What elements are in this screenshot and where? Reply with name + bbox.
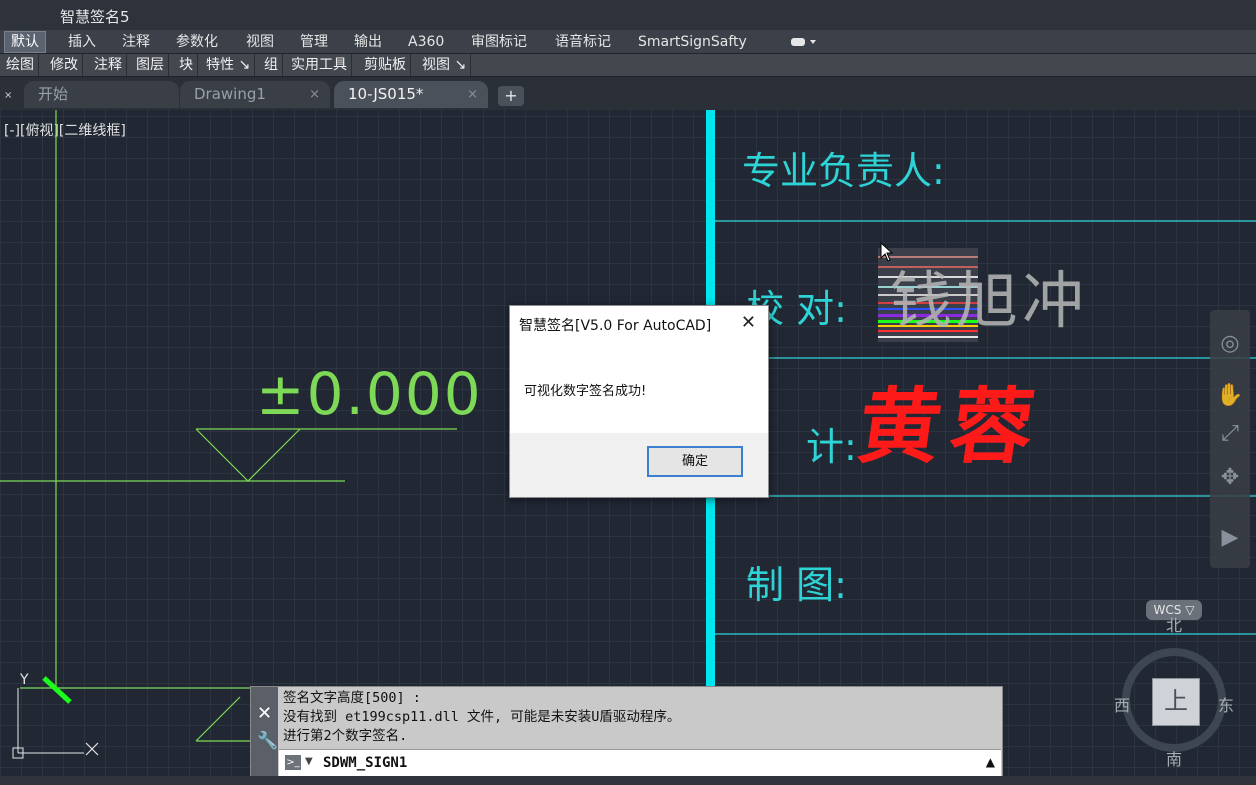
panel-utilities[interactable]: 实用工具 [287,54,352,76]
dialog-message: 可视化数字签名成功! [524,384,647,399]
panel-groups[interactable]: 组 [260,54,283,76]
ok-button[interactable]: 确定 [647,446,743,477]
dialog-title: 智慧签名[V5.0 For AutoCAD] [519,318,712,334]
elevation-label: ±0.000 [256,360,483,428]
success-dialog: 智慧签名[V5.0 For AutoCAD] ✕ 可视化数字签名成功! 确定 [509,305,769,498]
doc-tab-label: 10-JS015* [348,85,424,103]
wrench-icon[interactable]: 🔧 [257,731,278,751]
tab-menu-icon[interactable]: × [4,90,12,101]
steering-wheel-icon[interactable]: ◎ [1214,328,1246,360]
command-input[interactable]: >_ ▼ SDWM_SIGN1 ▲ [279,749,1001,777]
ribbon-tab-voice[interactable]: 语音标记 [549,32,617,52]
ribbon-tab-bar: 默认 插入 注释 参数化 视图 管理 输出 A360 审图标记 语音标记 Sma… [0,30,1256,54]
title-bar: 智慧签名5 [0,0,1256,30]
chevron-down-icon[interactable]: ▼ [305,756,313,767]
close-icon[interactable]: ✕ [257,703,272,724]
doc-tab-drawing1[interactable]: Drawing1 × [180,81,330,108]
ribbon-tab-view[interactable]: 视图 [240,32,280,52]
panel-annotation[interactable]: 注释 [90,54,127,76]
doc-tab-label: 开始 [38,85,69,103]
status-bar [0,776,1256,785]
ucs-y-label: Y [20,672,29,688]
title-block-row1: 专业负责人: [742,149,945,193]
ribbon-tab-output[interactable]: 输出 [348,32,388,52]
command-history: 签名文字高度[500] : 没有找到 et199csp11.dll 文件, 可能… [283,689,680,746]
ribbon-tab-default[interactable]: 默认 [4,31,46,53]
document-tab-bar: × 开始 Drawing1 × 10-JS015* × + [0,77,1256,110]
command-history-line: 没有找到 et199csp11.dll 文件, 可能是未安装U盾驱动程序。 [283,709,681,725]
ribbon-tab-insert[interactable]: 插入 [62,32,102,52]
showmotion-icon[interactable]: ▶ [1214,522,1246,554]
gray-signature: 钱旭冲 [890,264,1089,337]
panel-properties[interactable]: 特性 ↘ [202,54,256,76]
viewcube[interactable]: 上 北 南 东 西 [1112,616,1252,776]
panel-layers[interactable]: 图层 [132,54,169,76]
compass-west[interactable]: 西 [1114,692,1130,716]
zoom-icon[interactable]: ⤢ [1214,418,1246,450]
orbit-icon[interactable]: ✥ [1214,462,1246,494]
compass-east[interactable]: 东 [1218,692,1234,716]
plus-icon: + [504,86,518,105]
doc-tab-10-js015[interactable]: 10-JS015* × [334,81,488,108]
navigation-bar: ◎ ✋ ⤢ ✥ ▶ [1210,310,1250,568]
chevron-up-icon[interactable]: ▲ [986,755,995,769]
new-tab-button[interactable]: + [498,86,524,106]
close-icon[interactable]: ✕ [741,312,756,333]
mouse-cursor-icon [880,241,894,266]
close-icon[interactable]: × [309,81,320,108]
ribbon-tab-a360[interactable]: A360 [402,32,450,52]
panel-draw[interactable]: 绘图 [2,54,39,76]
pan-hand-icon[interactable]: ✋ [1214,380,1246,412]
close-icon[interactable]: × [467,81,478,108]
ribbon-tab-manage[interactable]: 管理 [294,32,334,52]
command-sidebar: ✕ 🔧 [251,687,278,777]
ribbon-tab-smartsign[interactable]: SmartSignSafty [632,32,753,52]
panel-modify[interactable]: 修改 [46,54,83,76]
title-block-row4: 制 图: [746,563,847,607]
compass-south[interactable]: 南 [1166,746,1182,770]
ribbon-panel-bar: 绘图 修改 注释 图层 块 特性 ↘ 组 实用工具 剪贴板 视图 ↘ [0,54,1256,77]
panel-clipboard[interactable]: 剪贴板 [360,54,411,76]
command-input-value[interactable]: SDWM_SIGN1 [323,755,407,771]
compass-north[interactable]: 北 [1166,612,1182,636]
ribbon-tab-parametric[interactable]: 参数化 [170,32,224,52]
ribbon-tab-review[interactable]: 审图标记 [465,32,533,52]
title-block-row3: 计: [806,425,857,469]
command-prompt-icon[interactable]: >_ [285,755,301,770]
viewcube-top-face[interactable]: 上 [1152,678,1200,726]
ribbon-minimize-icon[interactable] [790,34,818,48]
doc-tab-label: Drawing1 [194,85,266,103]
doc-tab-start[interactable]: 开始 [24,81,179,108]
command-history-line: 签名文字高度[500] : [283,690,421,706]
red-signature: 黄蓉 [852,379,1050,475]
command-window: ✕ 🔧 签名文字高度[500] : 没有找到 et199csp11.dll 文件… [250,686,1003,778]
command-history-line: 进行第2个数字签名. [283,728,408,744]
panel-view[interactable]: 视图 ↘ [418,54,472,76]
window-title: 智慧签名5 [60,8,130,26]
panel-block[interactable]: 块 [175,54,198,76]
ribbon-tab-annotate[interactable]: 注释 [116,32,156,52]
